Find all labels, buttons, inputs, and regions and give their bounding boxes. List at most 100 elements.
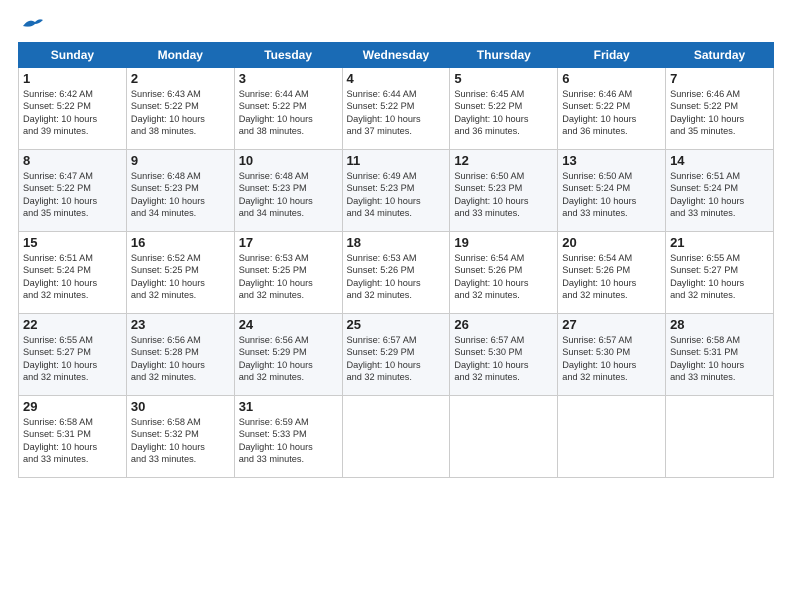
calendar-cell: 25 Sunrise: 6:57 AM Sunset: 5:29 PM Dayli… [342,314,450,396]
day-number: 5 [454,71,553,86]
day-number: 10 [239,153,338,168]
day-info: Sunrise: 6:44 AM Sunset: 5:22 PM Dayligh… [239,88,338,138]
day-number: 28 [670,317,769,332]
day-info: Sunrise: 6:57 AM Sunset: 5:29 PM Dayligh… [347,334,446,384]
calendar-cell [666,396,774,478]
day-number: 11 [347,153,446,168]
day-info: Sunrise: 6:56 AM Sunset: 5:28 PM Dayligh… [131,334,230,384]
calendar-cell: 9 Sunrise: 6:48 AM Sunset: 5:23 PM Daylig… [126,150,234,232]
week-row-1: 1 Sunrise: 6:42 AM Sunset: 5:22 PM Daylig… [19,68,774,150]
day-info: Sunrise: 6:46 AM Sunset: 5:22 PM Dayligh… [562,88,661,138]
calendar-cell: 23 Sunrise: 6:56 AM Sunset: 5:28 PM Dayli… [126,314,234,396]
weekday-header-saturday: Saturday [666,43,774,68]
day-info: Sunrise: 6:50 AM Sunset: 5:23 PM Dayligh… [454,170,553,220]
calendar-cell [558,396,666,478]
calendar-cell: 17 Sunrise: 6:53 AM Sunset: 5:25 PM Dayli… [234,232,342,314]
day-info: Sunrise: 6:49 AM Sunset: 5:23 PM Dayligh… [347,170,446,220]
week-row-4: 22 Sunrise: 6:55 AM Sunset: 5:27 PM Dayli… [19,314,774,396]
day-info: Sunrise: 6:58 AM Sunset: 5:31 PM Dayligh… [670,334,769,384]
calendar-cell: 11 Sunrise: 6:49 AM Sunset: 5:23 PM Dayli… [342,150,450,232]
day-info: Sunrise: 6:45 AM Sunset: 5:22 PM Dayligh… [454,88,553,138]
day-number: 9 [131,153,230,168]
calendar-cell [342,396,450,478]
day-number: 1 [23,71,122,86]
day-info: Sunrise: 6:53 AM Sunset: 5:25 PM Dayligh… [239,252,338,302]
day-info: Sunrise: 6:42 AM Sunset: 5:22 PM Dayligh… [23,88,122,138]
weekday-header-friday: Friday [558,43,666,68]
calendar-cell: 26 Sunrise: 6:57 AM Sunset: 5:30 PM Dayli… [450,314,558,396]
calendar-cell: 4 Sunrise: 6:44 AM Sunset: 5:22 PM Daylig… [342,68,450,150]
day-number: 31 [239,399,338,414]
day-number: 16 [131,235,230,250]
day-number: 19 [454,235,553,250]
calendar-cell: 20 Sunrise: 6:54 AM Sunset: 5:26 PM Dayli… [558,232,666,314]
calendar-cell: 28 Sunrise: 6:58 AM Sunset: 5:31 PM Dayli… [666,314,774,396]
weekday-header-thursday: Thursday [450,43,558,68]
calendar-cell: 24Sunrise: 6:56 AM Sunset: 5:29 PM Dayli… [234,314,342,396]
day-info: Sunrise: 6:48 AM Sunset: 5:23 PM Dayligh… [131,170,230,220]
day-info: Sunrise: 6:55 AM Sunset: 5:27 PM Dayligh… [670,252,769,302]
calendar-cell: 27Sunrise: 6:57 AM Sunset: 5:30 PM Dayli… [558,314,666,396]
calendar-cell: 21 Sunrise: 6:55 AM Sunset: 5:27 PM Dayli… [666,232,774,314]
calendar-cell: 22 Sunrise: 6:55 AM Sunset: 5:27 PM Dayli… [19,314,127,396]
weekday-header-wednesday: Wednesday [342,43,450,68]
calendar-cell: 19 Sunrise: 6:54 AM Sunset: 5:26 PM Dayli… [450,232,558,314]
day-number: 4 [347,71,446,86]
week-row-3: 15 Sunrise: 6:51 AM Sunset: 5:24 PM Dayli… [19,232,774,314]
calendar-cell: 12 Sunrise: 6:50 AM Sunset: 5:23 PM Dayli… [450,150,558,232]
calendar: SundayMondayTuesdayWednesdayThursdayFrid… [18,42,774,478]
day-number: 3 [239,71,338,86]
day-number: 6 [562,71,661,86]
day-number: 17 [239,235,338,250]
day-number: 25 [347,317,446,332]
calendar-cell: 15 Sunrise: 6:51 AM Sunset: 5:24 PM Dayli… [19,232,127,314]
day-info: Sunrise: 6:56 AM Sunset: 5:29 PM Dayligh… [239,334,338,384]
day-number: 20 [562,235,661,250]
calendar-cell: 8 Sunrise: 6:47 AM Sunset: 5:22 PM Daylig… [19,150,127,232]
day-info: Sunrise: 6:58 AM Sunset: 5:31 PM Dayligh… [23,416,122,466]
calendar-cell: 6 Sunrise: 6:46 AM Sunset: 5:22 PM Daylig… [558,68,666,150]
day-info: Sunrise: 6:54 AM Sunset: 5:26 PM Dayligh… [454,252,553,302]
day-number: 30 [131,399,230,414]
day-info: Sunrise: 6:59 AM Sunset: 5:33 PM Dayligh… [239,416,338,466]
day-number: 2 [131,71,230,86]
day-number: 22 [23,317,122,332]
day-info: Sunrise: 6:48 AM Sunset: 5:23 PM Dayligh… [239,170,338,220]
calendar-cell: 1 Sunrise: 6:42 AM Sunset: 5:22 PM Daylig… [19,68,127,150]
day-info: Sunrise: 6:54 AM Sunset: 5:26 PM Dayligh… [562,252,661,302]
calendar-cell: 30Sunrise: 6:58 AM Sunset: 5:32 PM Dayli… [126,396,234,478]
page: SundayMondayTuesdayWednesdayThursdayFrid… [0,0,792,488]
calendar-cell [450,396,558,478]
day-info: Sunrise: 6:47 AM Sunset: 5:22 PM Dayligh… [23,170,122,220]
weekday-header-sunday: Sunday [19,43,127,68]
day-info: Sunrise: 6:53 AM Sunset: 5:26 PM Dayligh… [347,252,446,302]
calendar-cell: 16 Sunrise: 6:52 AM Sunset: 5:25 PM Dayli… [126,232,234,314]
day-info: Sunrise: 6:51 AM Sunset: 5:24 PM Dayligh… [23,252,122,302]
day-number: 15 [23,235,122,250]
day-number: 12 [454,153,553,168]
week-row-2: 8 Sunrise: 6:47 AM Sunset: 5:22 PM Daylig… [19,150,774,232]
day-info: Sunrise: 6:51 AM Sunset: 5:24 PM Dayligh… [670,170,769,220]
day-number: 8 [23,153,122,168]
day-number: 13 [562,153,661,168]
day-number: 14 [670,153,769,168]
day-number: 21 [670,235,769,250]
day-info: Sunrise: 6:57 AM Sunset: 5:30 PM Dayligh… [454,334,553,384]
calendar-cell: 3 Sunrise: 6:44 AM Sunset: 5:22 PM Daylig… [234,68,342,150]
calendar-cell: 13 Sunrise: 6:50 AM Sunset: 5:24 PM Dayli… [558,150,666,232]
day-number: 18 [347,235,446,250]
day-info: Sunrise: 6:55 AM Sunset: 5:27 PM Dayligh… [23,334,122,384]
weekday-header-row: SundayMondayTuesdayWednesdayThursdayFrid… [19,43,774,68]
logo [18,18,43,34]
calendar-cell: 29Sunrise: 6:58 AM Sunset: 5:31 PM Dayli… [19,396,127,478]
day-number: 27 [562,317,661,332]
day-info: Sunrise: 6:50 AM Sunset: 5:24 PM Dayligh… [562,170,661,220]
day-number: 23 [131,317,230,332]
calendar-cell: 2Sunrise: 6:43 AM Sunset: 5:22 PM Daylig… [126,68,234,150]
day-info: Sunrise: 6:44 AM Sunset: 5:22 PM Dayligh… [347,88,446,138]
day-number: 26 [454,317,553,332]
day-info: Sunrise: 6:52 AM Sunset: 5:25 PM Dayligh… [131,252,230,302]
weekday-header-monday: Monday [126,43,234,68]
header [18,18,774,34]
weekday-header-tuesday: Tuesday [234,43,342,68]
